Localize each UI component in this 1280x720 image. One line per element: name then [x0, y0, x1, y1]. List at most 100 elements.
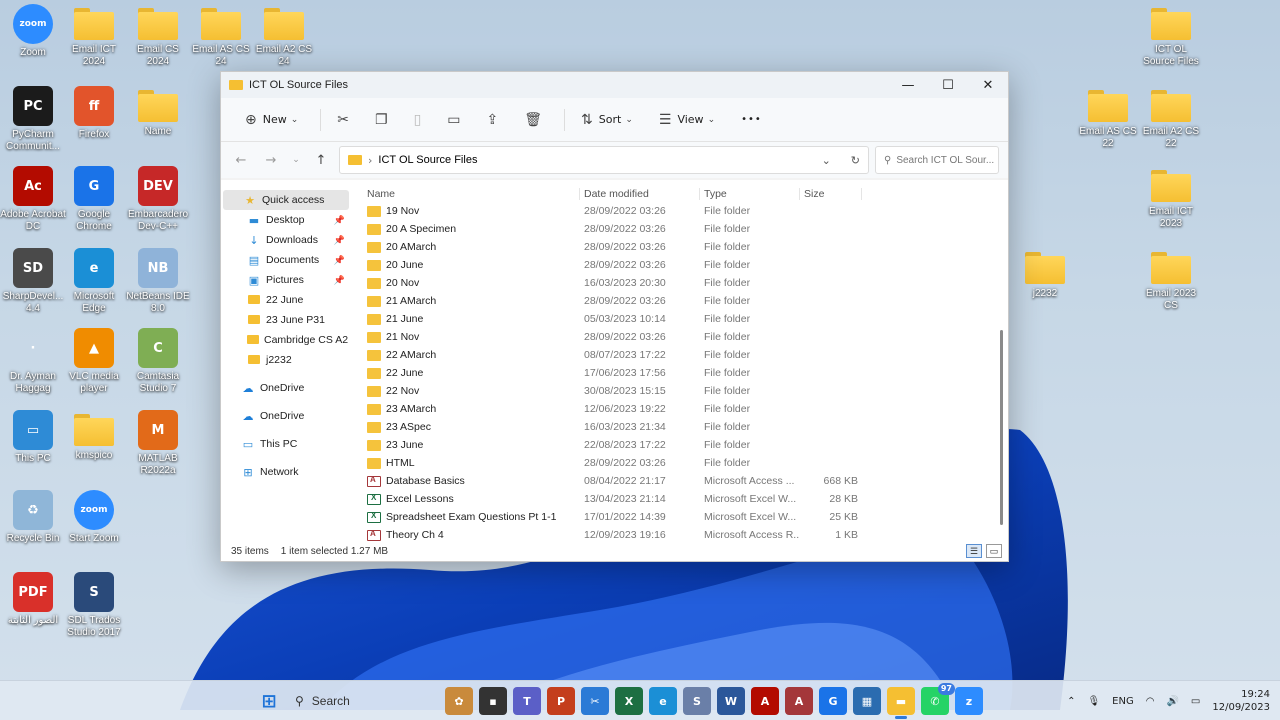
cut-button[interactable]: ✂: [327, 105, 365, 135]
copy-button[interactable]: ❐: [365, 105, 404, 135]
desktop-icon-left-12[interactable]: e Microsoft Edge: [61, 248, 127, 315]
desktop-icon-left-13[interactable]: NB NetBeans IDE 8.0: [125, 248, 191, 315]
taskbar-app-trados[interactable]: S: [683, 687, 711, 715]
column-size[interactable]: Size: [800, 188, 862, 200]
file-row[interactable]: 20 A Specimen 28/09/2022 03:26 File folder: [363, 220, 1008, 238]
desktop-icon-left-23[interactable]: S SDL Trados Studio 2017: [61, 572, 127, 639]
file-row[interactable]: Excel Lessons 13/04/2023 21:14 Microsoft E…: [363, 490, 1008, 508]
taskbar-app-taskview[interactable]: ▪: [479, 687, 507, 715]
nav-network[interactable]: ⊞ Network: [221, 462, 351, 482]
desktop-icon-right-3[interactable]: Email ICT 2023: [1138, 166, 1204, 230]
taskbar-app-teams[interactable]: T: [513, 687, 541, 715]
back-arrow-icon[interactable]: ←: [229, 153, 253, 168]
rename-button[interactable]: ▭: [437, 105, 476, 135]
microphone-icon[interactable]: 🎙: [1087, 696, 1100, 707]
file-explorer-window[interactable]: ICT OL Source Files — ☐ ✕ ⊕ New ⌄ ✂ ❐ ▯ ▭ …: [220, 71, 1009, 562]
desktop-icon-left-16[interactable]: C Camtasia Studio 7: [125, 328, 191, 395]
taskbar-app-store[interactable]: ▦: [853, 687, 881, 715]
file-row[interactable]: 21 AMarch 28/09/2022 03:26 File folder: [363, 292, 1008, 310]
file-row[interactable]: 22 Nov 30/08/2023 15:15 File folder: [363, 382, 1008, 400]
search-input[interactable]: ⚲ Search ICT OL Sour...: [875, 146, 999, 174]
desktop-icon-right-1[interactable]: Email AS CS 22: [1075, 86, 1141, 150]
desktop-icon-left-14[interactable]: · Dr. Ayman Haggag: [0, 328, 66, 395]
taskbar-app-word[interactable]: W: [717, 687, 745, 715]
taskbar-search[interactable]: ⚲ Search: [289, 687, 439, 715]
desktop-icon-right-2[interactable]: Email A2 CS 22: [1138, 86, 1204, 150]
chevron-down-icon[interactable]: ⌄: [822, 154, 831, 167]
volume-icon[interactable]: 🔊: [1166, 696, 1178, 707]
column-name[interactable]: Name: [363, 188, 580, 200]
taskbar-app-acrobat[interactable]: A: [751, 687, 779, 715]
file-row[interactable]: 20 Nov 16/03/2023 20:30 File folder: [363, 274, 1008, 292]
sort-button[interactable]: ⇅ Sort ⌄: [571, 105, 649, 135]
desktop-icon-right-5[interactable]: Email 2023 CS: [1138, 248, 1204, 312]
nav-pinned-item[interactable]: j2232: [221, 350, 351, 370]
taskbar-app-powerpoint[interactable]: P: [547, 687, 575, 715]
desktop-icon-right-0[interactable]: ICT OL Source Files: [1138, 4, 1204, 68]
desktop-icon-left-0[interactable]: zoom Zoom: [0, 4, 66, 59]
file-row[interactable]: 20 June 28/09/2022 03:26 File folder: [363, 256, 1008, 274]
desktop-icon-left-21[interactable]: zoom Start Zoom: [61, 490, 127, 545]
file-row[interactable]: 22 AMarch 08/07/2023 17:22 File folder: [363, 346, 1008, 364]
desktop-icon-left-20[interactable]: ♻ Recycle Bin: [0, 490, 66, 545]
title-bar[interactable]: ICT OL Source Files — ☐ ✕: [221, 72, 1008, 98]
file-row[interactable]: 22 June 17/06/2023 17:56 File folder: [363, 364, 1008, 382]
desktop-icon-left-1[interactable]: Email ICT 2024: [61, 4, 127, 68]
nav-quick-access[interactable]: ★ Quick access: [223, 190, 349, 210]
desktop-icon-left-9[interactable]: G Google Chrome: [61, 166, 127, 233]
file-row[interactable]: 21 Nov 28/09/2022 03:26 File folder: [363, 328, 1008, 346]
desktop-icon-left-7[interactable]: Name: [125, 86, 191, 138]
taskbar-app-access[interactable]: A: [785, 687, 813, 715]
file-row[interactable]: Spreadsheet Exam Questions Pt 1-1 17/01/2…: [363, 508, 1008, 526]
chevron-up-icon[interactable]: ⌃: [1067, 696, 1075, 707]
nav-pinned-item[interactable]: 23 June P31: [221, 310, 351, 330]
new-button[interactable]: ⊕ New ⌄: [235, 105, 314, 135]
file-row[interactable]: 19 Nov 28/09/2022 03:26 File folder: [363, 202, 1008, 220]
paste-button[interactable]: ▯: [404, 105, 438, 135]
language-indicator[interactable]: ENG: [1112, 696, 1134, 707]
recent-chevron-icon[interactable]: ⌄: [289, 155, 303, 165]
taskbar-app-photos[interactable]: ✿: [445, 687, 473, 715]
taskbar-app-zoom[interactable]: z: [955, 687, 983, 715]
up-arrow-icon[interactable]: ↑: [309, 153, 333, 168]
address-bar[interactable]: › ICT OL Source Files ⌄ ↻: [339, 146, 869, 174]
more-options-button[interactable]: •••: [731, 105, 772, 135]
close-button[interactable]: ✕: [968, 72, 1008, 98]
file-row[interactable]: 20 AMarch 28/09/2022 03:26 File folder: [363, 238, 1008, 256]
desktop-icon-left-19[interactable]: M MATLAB R2022a: [125, 410, 191, 477]
desktop-icon-left-18[interactable]: kmspico: [61, 410, 127, 462]
nav-pinned-item[interactable]: Cambridge CS A2 N: [221, 330, 351, 350]
vertical-scrollbar[interactable]: [1000, 330, 1003, 525]
file-row[interactable]: 23 ASpec 16/03/2023 21:34 File folder: [363, 418, 1008, 436]
desktop-icon-left-17[interactable]: ▭ This PC: [0, 410, 66, 465]
nav-pinned-item[interactable]: ▤ Documents 📌: [221, 250, 351, 270]
nav-pinned-item[interactable]: ↓ Downloads 📌: [221, 230, 351, 250]
desktop-icon-right-4[interactable]: j2232: [1012, 248, 1078, 300]
file-row[interactable]: 23 June 22/08/2023 17:22 File folder: [363, 436, 1008, 454]
maximize-button[interactable]: ☐: [928, 72, 968, 98]
taskbar-app-snip[interactable]: ✂: [581, 687, 609, 715]
nav-pinned-item[interactable]: 22 June: [221, 290, 351, 310]
taskbar-app-whatsapp[interactable]: ✆ 97: [921, 683, 955, 715]
battery-icon[interactable]: ▭: [1191, 696, 1200, 707]
nav-onedrive-1[interactable]: ☁ OneDrive: [221, 378, 351, 398]
file-row[interactable]: 23 AMarch 12/06/2023 19:22 File folder: [363, 400, 1008, 418]
desktop-icon-left-6[interactable]: ff Firefox: [61, 86, 127, 141]
large-icons-view-icon[interactable]: ▭: [986, 544, 1002, 558]
desktop-icon-left-4[interactable]: Email A2 CS 24: [251, 4, 317, 68]
start-windows-icon[interactable]: ⊞: [255, 687, 283, 715]
desktop-icon-left-8[interactable]: Ac Adobe Acrobat DC: [0, 166, 66, 233]
desktop-icon-left-2[interactable]: Email CS 2024: [125, 4, 191, 68]
column-date-modified[interactable]: Date modified: [580, 188, 700, 200]
desktop-icon-left-10[interactable]: DEV Embarcadero Dev-C++: [125, 166, 191, 233]
clock[interactable]: 19:24 12/09/2023: [1212, 688, 1270, 714]
nav-onedrive-2[interactable]: ☁ OneDrive: [221, 406, 351, 426]
desktop-icon-left-22[interactable]: PDF الصور الثابتة: [0, 572, 66, 627]
file-row[interactable]: HTML 28/09/2022 03:26 File folder: [363, 454, 1008, 472]
desktop-icon-left-3[interactable]: Email AS CS 24: [188, 4, 254, 68]
desktop-icon-left-5[interactable]: PC PyCharm Communit...: [0, 86, 66, 153]
wifi-icon[interactable]: ◠: [1146, 696, 1155, 707]
file-row[interactable]: Database Basics 08/04/2022 21:17 Microsoft…: [363, 472, 1008, 490]
taskbar-app-excel[interactable]: X: [615, 687, 643, 715]
nav-this-pc[interactable]: ▭ This PC: [221, 434, 351, 454]
